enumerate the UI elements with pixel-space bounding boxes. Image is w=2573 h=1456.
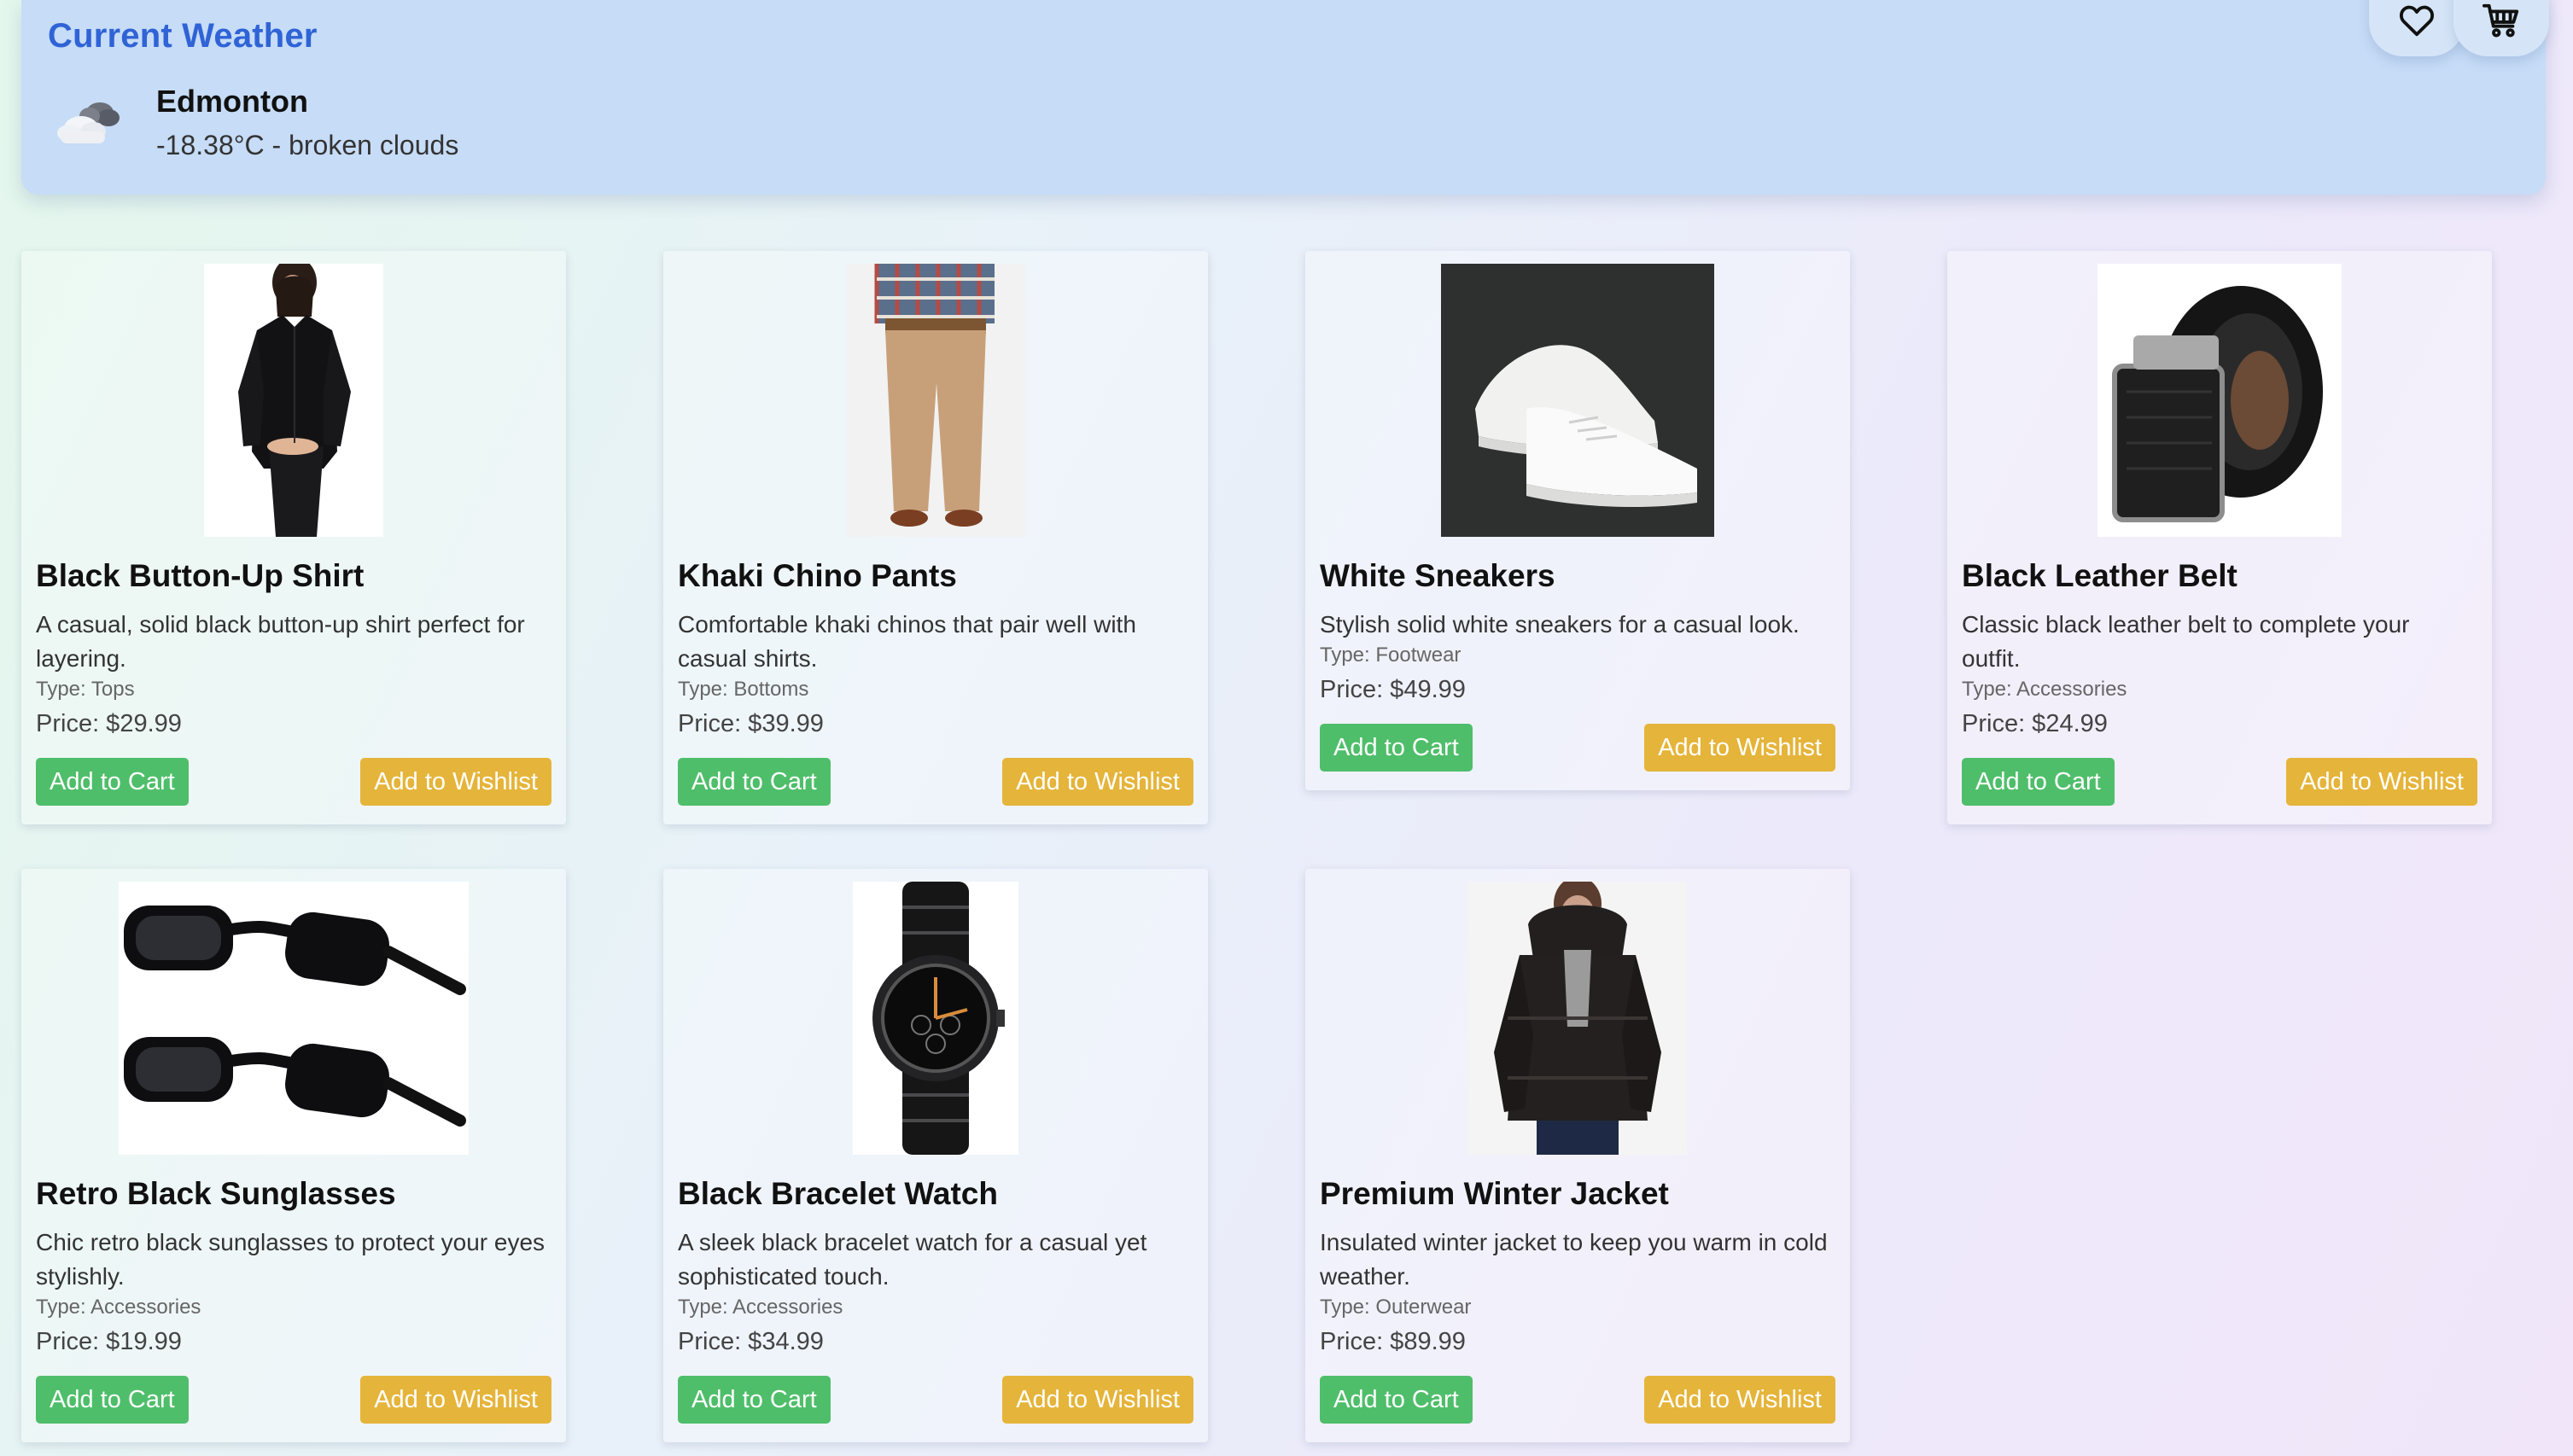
broken-clouds-icon [55,94,122,145]
product-name: Retro Black Sunglasses [36,1176,396,1211]
add-to-cart-button[interactable]: Add to Cart [678,758,831,806]
product-card: Khaki Chino Pants Comfortable khaki chin… [663,251,1208,824]
sunglasses-image [119,882,469,1155]
product-card: White Sneakers Stylish solid white sneak… [1305,251,1850,790]
bracelet-watch-image [853,882,1018,1155]
product-name: White Sneakers [1320,558,1555,593]
product-card: Black Bracelet Watch A sleek black brace… [663,869,1208,1442]
weather-description: -18.38°C - broken clouds [156,130,459,160]
add-to-cart-button[interactable]: Add to Cart [1962,758,2115,806]
leather-belt-image [2097,264,2342,537]
add-to-cart-button[interactable]: Add to Cart [1320,1376,1473,1424]
product-card: Black Button-Up Shirt A casual, solid bl… [21,251,566,824]
product-card: Premium Winter Jacket Insulated winter j… [1305,869,1850,1442]
white-sneakers-image [1441,264,1714,537]
shopping-cart-icon [2482,1,2521,44]
product-price: Price: $49.99 [1320,676,1466,703]
product-price: Price: $19.99 [36,1328,182,1355]
add-to-wishlist-button[interactable]: Add to Wishlist [1644,724,1835,772]
product-type: Type: Footwear [1320,644,1462,667]
weather-city: Edmonton [156,84,308,119]
product-price: Price: $39.99 [678,710,824,737]
add-to-wishlist-button[interactable]: Add to Wishlist [360,758,551,806]
product-price: Price: $34.99 [678,1328,824,1355]
product-type: Type: Accessories [36,1296,201,1319]
heart-icon [2397,1,2436,44]
product-description: Chic retro black sunglasses to protect y… [36,1229,546,1290]
product-name: Black Bracelet Watch [678,1176,998,1211]
product-description: Comfortable khaki chinos that pair well … [678,611,1136,672]
product-card: Retro Black Sunglasses Chic retro black … [21,869,566,1442]
product-type: Type: Accessories [678,1296,843,1319]
product-description: A casual, solid black button-up shirt pe… [36,611,525,672]
product-description: A sleek black bracelet watch for a casua… [678,1229,1147,1290]
add-to-wishlist-button[interactable]: Add to Wishlist [360,1376,551,1424]
add-to-wishlist-button[interactable]: Add to Wishlist [1002,758,1193,806]
add-to-cart-button[interactable]: Add to Cart [1320,724,1473,772]
product-description: Classic black leather belt to complete y… [1962,611,2410,672]
weather-title: Current Weather [48,17,318,55]
product-price: Price: $24.99 [1962,710,2108,737]
product-description: Stylish solid white sneakers for a casua… [1320,611,1800,638]
product-name: Black Button-Up Shirt [36,558,365,593]
add-to-cart-button[interactable]: Add to Cart [36,758,189,806]
black-shirt-image [204,264,383,537]
product-name: Khaki Chino Pants [678,558,957,593]
product-price: Price: $29.99 [36,710,182,737]
product-type: Type: Bottoms [678,678,809,701]
product-type: Type: Tops [36,678,135,701]
product-type: Type: Outerwear [1320,1296,1472,1319]
khaki-pants-image [846,264,1025,537]
add-to-cart-button[interactable]: Add to Cart [36,1376,189,1424]
add-to-wishlist-button[interactable]: Add to Wishlist [1002,1376,1193,1424]
winter-jacket-image [1468,882,1687,1155]
cart-button[interactable] [2453,0,2549,56]
add-to-cart-button[interactable]: Add to Cart [678,1376,831,1424]
product-card: Black Leather Belt Classic black leather… [1947,251,2492,824]
product-name: Premium Winter Jacket [1320,1176,1669,1211]
product-price: Price: $89.99 [1320,1328,1466,1355]
product-type: Type: Accessories [1962,678,2127,701]
product-name: Black Leather Belt [1962,558,2238,593]
add-to-wishlist-button[interactable]: Add to Wishlist [1644,1376,1835,1424]
wishlist-button[interactable] [2369,0,2465,56]
product-description: Insulated winter jacket to keep you warm… [1320,1229,1828,1290]
weather-widget: Current Weather Edmonton -18.38°C - brok… [21,0,2546,195]
add-to-wishlist-button[interactable]: Add to Wishlist [2286,758,2477,806]
